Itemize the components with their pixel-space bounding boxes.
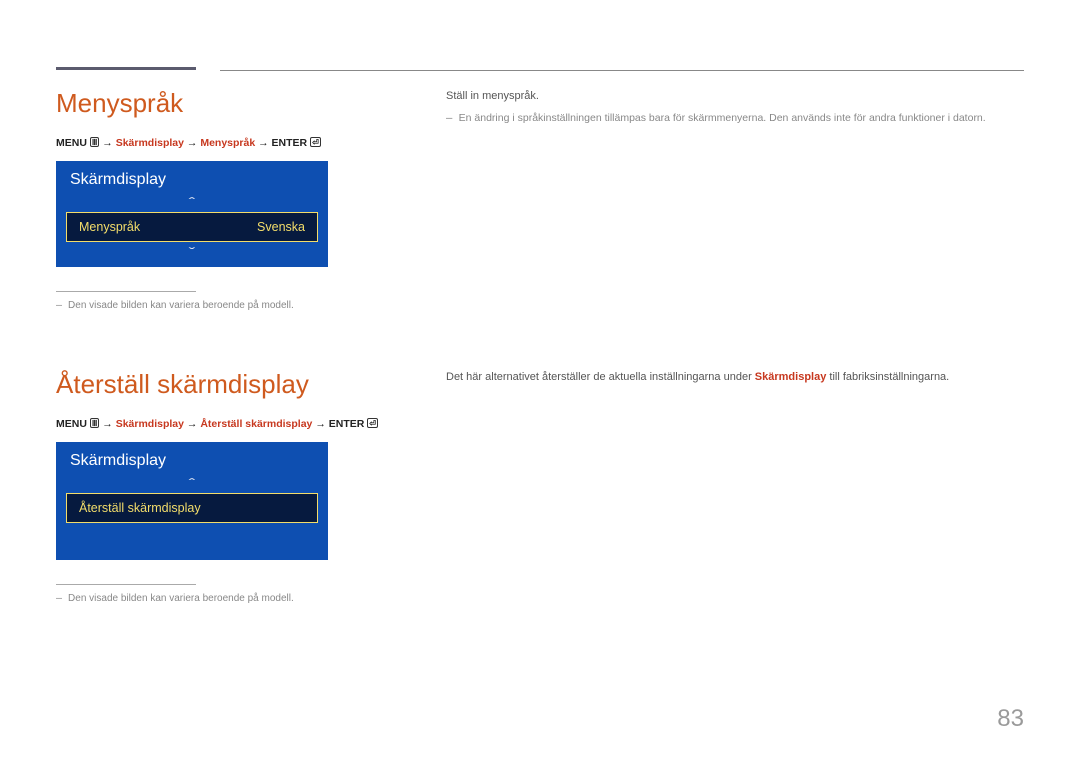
left-column: Återställ skärmdisplay MENU Ⅲ → Skärmdis… [56, 369, 386, 606]
right-hl: Skärmdisplay [755, 371, 827, 383]
page: Menyspråk MENU Ⅲ → Skärmdisplay → Menysp… [0, 0, 1080, 763]
breadcrumb-menu: MENU [56, 418, 87, 430]
right-pre: Det här alternativet återställer de aktu… [446, 371, 755, 383]
menu-icon: Ⅲ [90, 137, 100, 147]
heading-menysprak: Menyspråk [56, 88, 386, 119]
right-lead: Ställ in menyspråk. [446, 88, 1024, 106]
right-column: Ställ in menyspråk. ― En ändring i språk… [446, 88, 1024, 313]
section-menysprak: Menyspråk MENU Ⅲ → Skärmdisplay → Menysp… [56, 88, 1024, 313]
breadcrumb-p2: Menyspråk [200, 137, 255, 149]
footnote: ― Den visade bilden kan variera beroende… [56, 591, 386, 606]
breadcrumb-enter: ENTER [329, 418, 365, 430]
breadcrumb-menysprak: MENU Ⅲ → Skärmdisplay → Menyspråk → ENTE… [56, 137, 386, 149]
breadcrumb-p2: Återställ skärmdisplay [200, 418, 312, 430]
osd-box-aterstall: Skärmdisplay ˆ Återställ skärmdisplay [56, 442, 328, 560]
osd-spacer [56, 526, 328, 552]
page-number: 83 [997, 705, 1024, 733]
breadcrumb-arrow: → [315, 418, 326, 430]
breadcrumb-p1: Skärmdisplay [116, 137, 184, 149]
top-rule [220, 70, 1024, 71]
osd-title: Skärmdisplay [56, 161, 328, 195]
footnote-text: Den visade bilden kan variera beroende p… [68, 593, 294, 604]
breadcrumb-arrow: → [258, 137, 269, 149]
footnote-dash: ― [56, 593, 68, 604]
breadcrumb-enter: ENTER [272, 137, 308, 149]
right-post: till fabriksinställningarna. [826, 371, 949, 383]
breadcrumb-arrow: → [102, 137, 113, 149]
osd-row-aterstall: Återställ skärmdisplay [66, 493, 318, 523]
breadcrumb-arrow: → [187, 418, 198, 430]
osd-row-menysprak: Menyspråk Svenska [66, 212, 318, 242]
footnote-rule [56, 584, 196, 585]
footnote: ― Den visade bilden kan variera beroende… [56, 298, 386, 313]
chevron-up-icon: ˆ [56, 195, 328, 209]
breadcrumb-aterstall: MENU Ⅲ → Skärmdisplay → Återställ skärmd… [56, 418, 386, 430]
osd-row-label: Återställ skärmdisplay [79, 501, 201, 515]
breadcrumb-p1: Skärmdisplay [116, 418, 184, 430]
footnote-dash: ― [56, 300, 68, 311]
enter-icon: ⏎ [310, 137, 321, 147]
left-column: Menyspråk MENU Ⅲ → Skärmdisplay → Menysp… [56, 88, 386, 313]
chevron-up-icon: ˆ [56, 476, 328, 490]
chevron-down-icon: ˇ [56, 245, 328, 259]
breadcrumb-arrow: → [102, 418, 113, 430]
breadcrumb-menu: MENU [56, 137, 87, 149]
osd-row-label: Menyspråk [79, 220, 140, 234]
breadcrumb-arrow: → [187, 137, 198, 149]
right-note: ― En ändring i språkinställningen tilläm… [446, 110, 1024, 127]
right-text: Det här alternativet återställer de aktu… [446, 369, 1024, 387]
note-text: En ändring i språkinställningen tillämpa… [459, 112, 986, 124]
footnote-rule [56, 291, 196, 292]
osd-title: Skärmdisplay [56, 442, 328, 476]
right-column: Det här alternativet återställer de aktu… [446, 369, 1024, 606]
note-dash: ― [446, 112, 459, 124]
osd-box-menysprak: Skärmdisplay ˆ Menyspråk Svenska ˇ [56, 161, 328, 267]
enter-icon: ⏎ [367, 418, 378, 428]
top-accent-bar [56, 67, 196, 70]
section-aterstall: Återställ skärmdisplay MENU Ⅲ → Skärmdis… [56, 369, 1024, 606]
heading-aterstall: Återställ skärmdisplay [56, 369, 386, 400]
menu-icon: Ⅲ [90, 418, 100, 428]
footnote-text: Den visade bilden kan variera beroende p… [68, 300, 294, 311]
osd-row-value: Svenska [257, 220, 305, 234]
